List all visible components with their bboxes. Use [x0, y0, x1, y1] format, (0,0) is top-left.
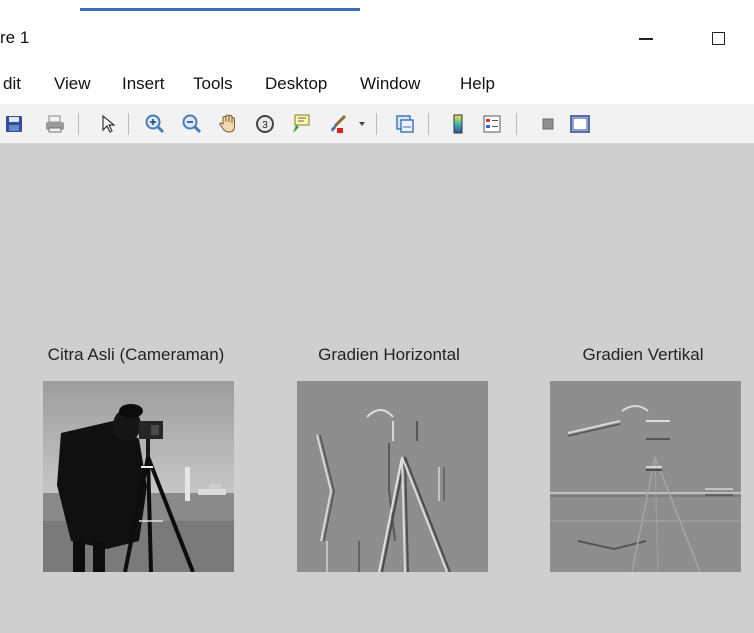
colorbar-icon[interactable] [446, 112, 470, 136]
menu-edit[interactable]: dit [3, 74, 21, 94]
image-vertical-gradient [550, 381, 741, 572]
toolbar-separator [428, 113, 429, 135]
pointer-icon[interactable] [96, 112, 120, 136]
pan-hand-icon[interactable] [216, 112, 240, 136]
menu-view[interactable]: View [54, 74, 91, 94]
rotate-3d-icon[interactable]: 3 [253, 112, 277, 136]
toolbar-separator [376, 113, 377, 135]
image-horizontal-gradient [297, 381, 488, 572]
zoom-in-icon[interactable] [143, 112, 167, 136]
figure-toolbar: 3 [0, 104, 754, 144]
minimize-icon [639, 38, 653, 40]
minimize-button[interactable] [628, 20, 664, 56]
save-icon[interactable] [2, 112, 26, 136]
zoom-out-icon[interactable] [180, 112, 204, 136]
menu-bar: dit View Insert Tools Desktop Window Hel… [0, 64, 754, 104]
maximize-button[interactable] [700, 20, 736, 56]
toolbar-separator [516, 113, 517, 135]
legend-icon[interactable] [480, 112, 504, 136]
menu-insert[interactable]: Insert [122, 74, 165, 94]
hide-plot-tools-icon[interactable] [536, 112, 560, 136]
axis-title-original: Citra Asli (Cameraman) [47, 345, 225, 364]
menu-desktop[interactable]: Desktop [265, 74, 327, 94]
toolbar-separator [128, 113, 129, 135]
print-icon[interactable] [43, 112, 67, 136]
window-title: re 1 [0, 28, 30, 47]
menu-tools[interactable]: Tools [193, 74, 233, 94]
dropdown-arrow-icon[interactable] [355, 112, 369, 136]
toolbar-separator [78, 113, 79, 135]
show-plot-tools-icon[interactable] [568, 112, 592, 136]
menu-help[interactable]: Help [460, 74, 495, 94]
image-original-cameraman [43, 381, 234, 572]
active-tab-indicator [80, 8, 360, 11]
data-cursor-icon[interactable] [289, 112, 313, 136]
taskbar-strip [0, 0, 754, 12]
figure-canvas: Citra Asli (Cameraman) Gradien Horizonta… [0, 144, 754, 633]
axis-title-vertical-gradient: Gradien Vertikal [582, 345, 704, 364]
title-bar: re 1 [0, 12, 754, 64]
menu-window[interactable]: Window [360, 74, 420, 94]
svg-text:3: 3 [262, 120, 268, 131]
axis-title-horizontal-gradient: Gradien Horizontal [318, 345, 460, 364]
link-plot-icon[interactable] [393, 112, 417, 136]
maximize-icon [711, 31, 725, 45]
brush-icon[interactable] [325, 112, 349, 136]
